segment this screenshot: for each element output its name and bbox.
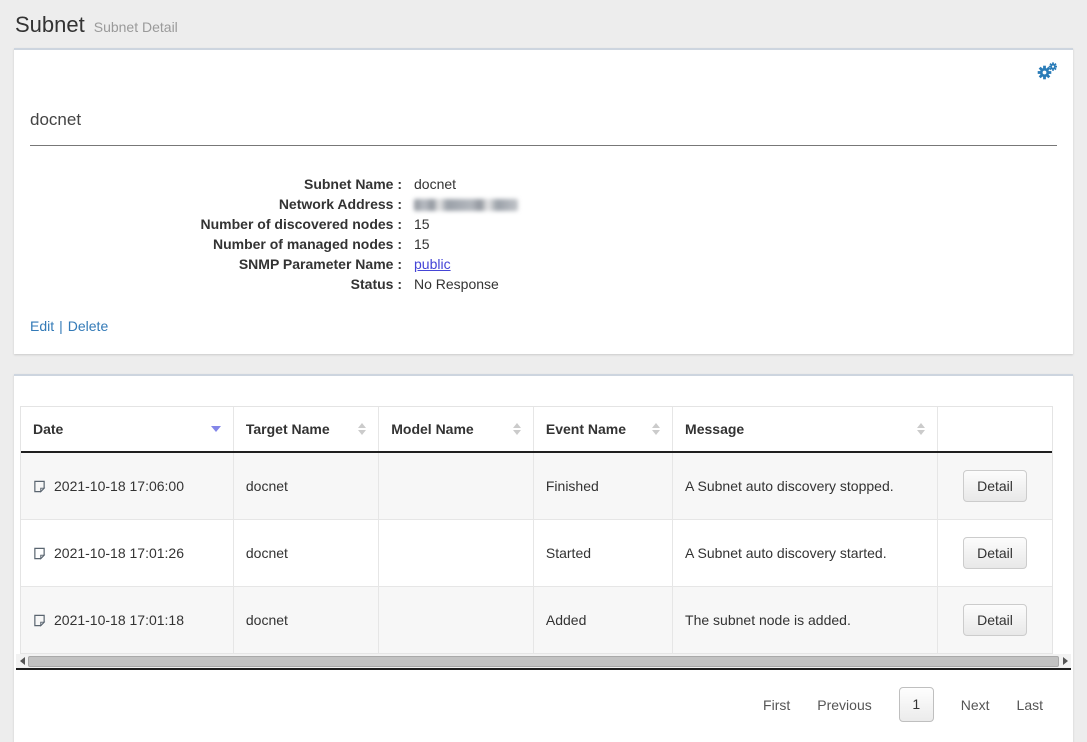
cell-date: 2021-10-18 17:06:00 (21, 452, 233, 520)
field-value: 15 (414, 214, 430, 234)
field-label: Status : (30, 274, 402, 294)
note-icon (33, 480, 46, 493)
pagination-previous[interactable]: Previous (817, 697, 871, 713)
cell-message: A Subnet auto discovery started. (673, 520, 938, 587)
sort-carets-icon (513, 423, 521, 435)
network-address-redacted-value (414, 199, 518, 211)
page-title: Subnet (15, 12, 85, 37)
cell-target-name: docnet (233, 520, 378, 587)
page: Subnet Subnet Detail (0, 0, 1087, 742)
column-header-target-name[interactable]: Target Name (233, 407, 378, 452)
field-subnet-name: Subnet Name : docnet (30, 174, 1057, 194)
table-row: 2021-10-18 17:01:18 docnet Added The sub… (21, 587, 1052, 654)
pagination-last[interactable]: Last (1017, 697, 1043, 713)
pagination: First Previous 1 Next Last (14, 670, 1073, 730)
field-discovered-nodes: Number of discovered nodes : 15 (30, 214, 1057, 234)
column-label: Model Name (391, 421, 473, 437)
column-header-actions (938, 407, 1052, 452)
field-label: Network Address : (30, 194, 402, 214)
table-row: 2021-10-18 17:01:26 docnet Started A Sub… (21, 520, 1052, 587)
events-table: Date Target Name Model Name Event Name M (20, 406, 1053, 654)
heading-divider (30, 145, 1057, 146)
subnet-heading: docnet (30, 110, 1057, 130)
column-header-event-name[interactable]: Event Name (533, 407, 672, 452)
sort-descending-icon (211, 426, 221, 432)
field-value (414, 194, 518, 214)
table-header-row: Date Target Name Model Name Event Name M (21, 407, 1052, 452)
page-header: Subnet Subnet Detail (0, 0, 1087, 48)
subnet-detail-card: docnet Subnet Name : docnet Network Addr… (14, 48, 1073, 354)
snmp-parameter-link[interactable]: public (414, 256, 451, 272)
delete-link[interactable]: Delete (68, 318, 108, 334)
field-value: public (414, 254, 451, 274)
field-status: Status : No Response (30, 274, 1057, 294)
cell-date: 2021-10-18 17:01:18 (21, 587, 233, 654)
cell-action: Detail (938, 587, 1052, 654)
cell-model-name (379, 452, 534, 520)
pagination-first[interactable]: First (763, 697, 790, 713)
cell-model-name (379, 520, 534, 587)
cell-event-name: Added (533, 587, 672, 654)
horizontal-scrollbar[interactable] (16, 654, 1071, 670)
events-card: Date Target Name Model Name Event Name M (14, 374, 1073, 742)
detail-button[interactable]: Detail (963, 604, 1027, 636)
card-toolbar (30, 62, 1057, 84)
note-icon (33, 614, 46, 627)
column-header-model-name[interactable]: Model Name (379, 407, 534, 452)
detail-button[interactable]: Detail (963, 537, 1027, 569)
status-value: No Response (414, 274, 499, 294)
field-value: docnet (414, 174, 456, 194)
table-row: 2021-10-18 17:06:00 docnet Finished A Su… (21, 452, 1052, 520)
date-text: 2021-10-18 17:06:00 (54, 478, 184, 494)
scrollbar-thumb[interactable] (28, 656, 1059, 667)
field-value: 15 (414, 234, 430, 254)
column-label: Message (685, 421, 744, 437)
sort-carets-icon (917, 423, 925, 435)
cell-message: A Subnet auto discovery stopped. (673, 452, 938, 520)
cell-action: Detail (938, 520, 1052, 587)
scroll-right-icon[interactable] (1059, 657, 1071, 665)
card-actions: Edit | Delete (30, 318, 1057, 334)
pagination-current-page[interactable]: 1 (899, 687, 934, 722)
field-network-address: Network Address : (30, 194, 1057, 214)
sort-carets-icon (358, 423, 366, 435)
cell-model-name (379, 587, 534, 654)
subnet-fields: Subnet Name : docnet Network Address : N… (30, 174, 1057, 294)
field-label: Number of discovered nodes : (30, 214, 402, 234)
cell-event-name: Started (533, 520, 672, 587)
sort-carets-icon (652, 423, 660, 435)
date-text: 2021-10-18 17:01:18 (54, 612, 184, 628)
column-header-date[interactable]: Date (21, 407, 233, 452)
column-header-message[interactable]: Message (673, 407, 938, 452)
cell-action: Detail (938, 452, 1052, 520)
action-separator: | (59, 318, 63, 334)
detail-button[interactable]: Detail (963, 470, 1027, 502)
cell-target-name: docnet (233, 452, 378, 520)
scroll-left-icon[interactable] (16, 657, 28, 665)
field-snmp-parameter: SNMP Parameter Name : public (30, 254, 1057, 274)
settings-cogs-icon[interactable] (1037, 62, 1057, 80)
column-label: Target Name (246, 421, 330, 437)
cell-date: 2021-10-18 17:01:26 (21, 520, 233, 587)
column-label: Event Name (546, 421, 626, 437)
date-text: 2021-10-18 17:01:26 (54, 545, 184, 561)
cell-event-name: Finished (533, 452, 672, 520)
field-managed-nodes: Number of managed nodes : 15 (30, 234, 1057, 254)
column-label: Date (33, 421, 63, 437)
edit-link[interactable]: Edit (30, 318, 54, 334)
field-label: SNMP Parameter Name : (30, 254, 402, 274)
page-subtitle: Subnet Detail (94, 19, 178, 35)
field-label: Subnet Name : (30, 174, 402, 194)
note-icon (33, 547, 46, 560)
cell-target-name: docnet (233, 587, 378, 654)
pagination-next[interactable]: Next (961, 697, 990, 713)
field-label: Number of managed nodes : (30, 234, 402, 254)
cell-message: The subnet node is added. (673, 587, 938, 654)
